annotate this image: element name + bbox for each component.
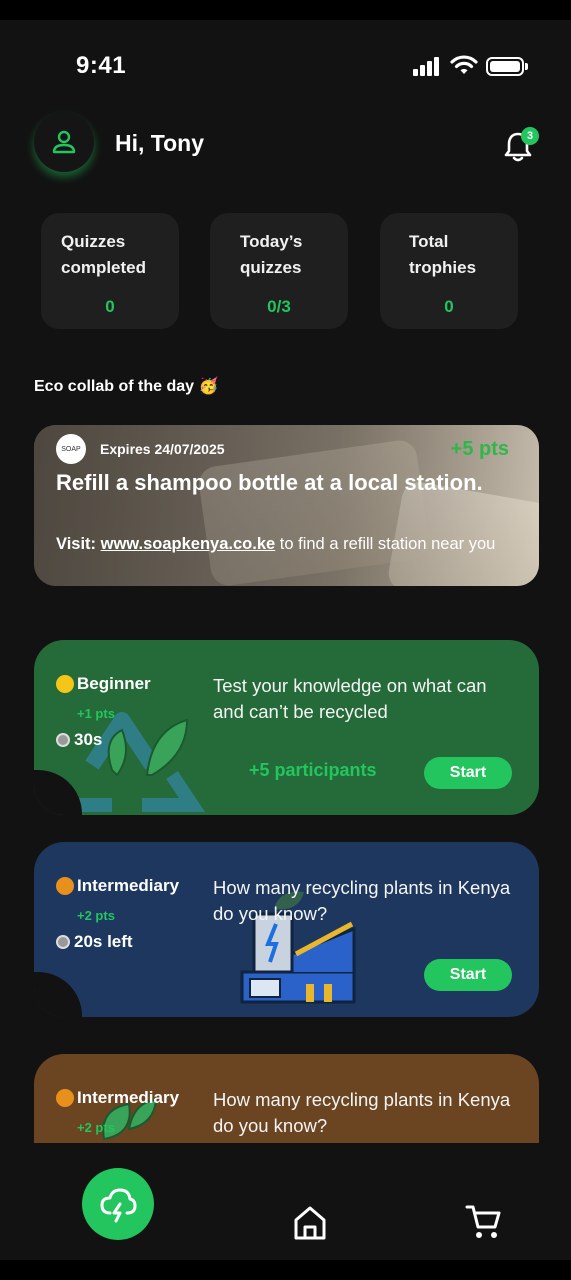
nav-quiz-button[interactable] xyxy=(82,1168,154,1240)
user-icon xyxy=(52,130,76,154)
stat-label: Total trophies xyxy=(409,232,477,277)
start-button[interactable]: Start xyxy=(424,757,512,789)
visit-text: to find a refill station near you xyxy=(275,535,496,553)
home-icon[interactable] xyxy=(291,1204,329,1242)
collab-description: Visit: www.soapkenya.co.ke to find a ref… xyxy=(56,531,506,557)
level-label: Intermediary xyxy=(77,1088,180,1107)
expiry-date: Expires 24/07/2025 xyxy=(100,441,225,457)
quiz-level: Intermediary xyxy=(56,1088,179,1108)
avatar[interactable] xyxy=(34,112,94,172)
quiz-timer: 30s xyxy=(56,730,102,750)
quiz-points: +2 pts xyxy=(77,1120,115,1135)
quiz-question: How many recycling plants in Kenya do yo… xyxy=(213,1089,511,1136)
quiz-question: Test your knowledge on what can and can’… xyxy=(213,675,487,722)
stat-value: 0 xyxy=(444,297,454,316)
stat-todays-quizzes: Today’s quizzes 0/3 xyxy=(210,213,348,329)
stat-value: 0 xyxy=(105,297,115,316)
quiz-points: +2 pts xyxy=(77,908,115,923)
visit-label: Visit: xyxy=(56,535,97,553)
app-screen: 9:41 Hi, Tony 3 Quizzes completed 0 Toda… xyxy=(0,20,571,1260)
quiz-points: +1 pts xyxy=(77,706,115,721)
cart-icon[interactable] xyxy=(464,1202,504,1242)
status-time: 9:41 xyxy=(76,52,127,79)
clock-icon xyxy=(56,935,70,949)
quiz-card[interactable]: Intermediary +2 pts 20s left How many re… xyxy=(34,842,539,1017)
collab-title: Refill a shampoo bottle at a local stati… xyxy=(56,470,483,495)
visit-link[interactable]: www.soapkenya.co.ke xyxy=(101,535,276,553)
stat-label: Today’s quizzes xyxy=(240,232,303,277)
quiz-card[interactable]: Beginner +1 pts 30s Test your knowledge … xyxy=(34,640,539,815)
quiz-participants: +5 participants xyxy=(249,760,377,780)
quiz-question: How many recycling plants in Kenya do yo… xyxy=(213,877,511,924)
card-notch xyxy=(34,972,82,1017)
quiz-timer: 20s left xyxy=(56,932,133,952)
level-label: Intermediary xyxy=(77,876,180,895)
greeting: Hi, Tony xyxy=(115,130,205,156)
battery-icon xyxy=(486,57,528,76)
eco-collab-card[interactable]: SOAP Expires 24/07/2025 +5 pts Refill a … xyxy=(34,425,539,586)
collab-points: +5 pts xyxy=(450,438,509,460)
status-bar: 9:41 xyxy=(0,20,571,110)
level-dot xyxy=(56,1089,74,1107)
signal-icon xyxy=(413,56,443,76)
level-label: Beginner xyxy=(77,674,151,693)
wifi-icon xyxy=(450,55,478,74)
brand-logo: SOAP xyxy=(56,434,86,464)
bottom-nav xyxy=(0,1143,571,1260)
level-dot xyxy=(56,877,74,895)
stat-quizzes-completed: Quizzes completed 0 xyxy=(41,213,179,329)
stat-value: 0/3 xyxy=(267,297,291,316)
notification-badge: 3 xyxy=(521,127,539,145)
cloud-lightning-icon xyxy=(100,1188,137,1223)
clock-icon xyxy=(56,733,70,747)
timer-label: 20s left xyxy=(74,932,133,951)
start-button[interactable]: Start xyxy=(424,959,512,991)
stat-label: Quizzes completed xyxy=(61,232,147,277)
quiz-level: Intermediary xyxy=(56,876,179,896)
quiz-level: Beginner xyxy=(56,674,151,694)
timer-label: 30s xyxy=(74,730,103,749)
level-dot xyxy=(56,675,74,693)
stat-total-trophies: Total trophies 0 xyxy=(380,213,518,329)
section-title: Eco collab of the day 🥳 xyxy=(34,378,219,395)
